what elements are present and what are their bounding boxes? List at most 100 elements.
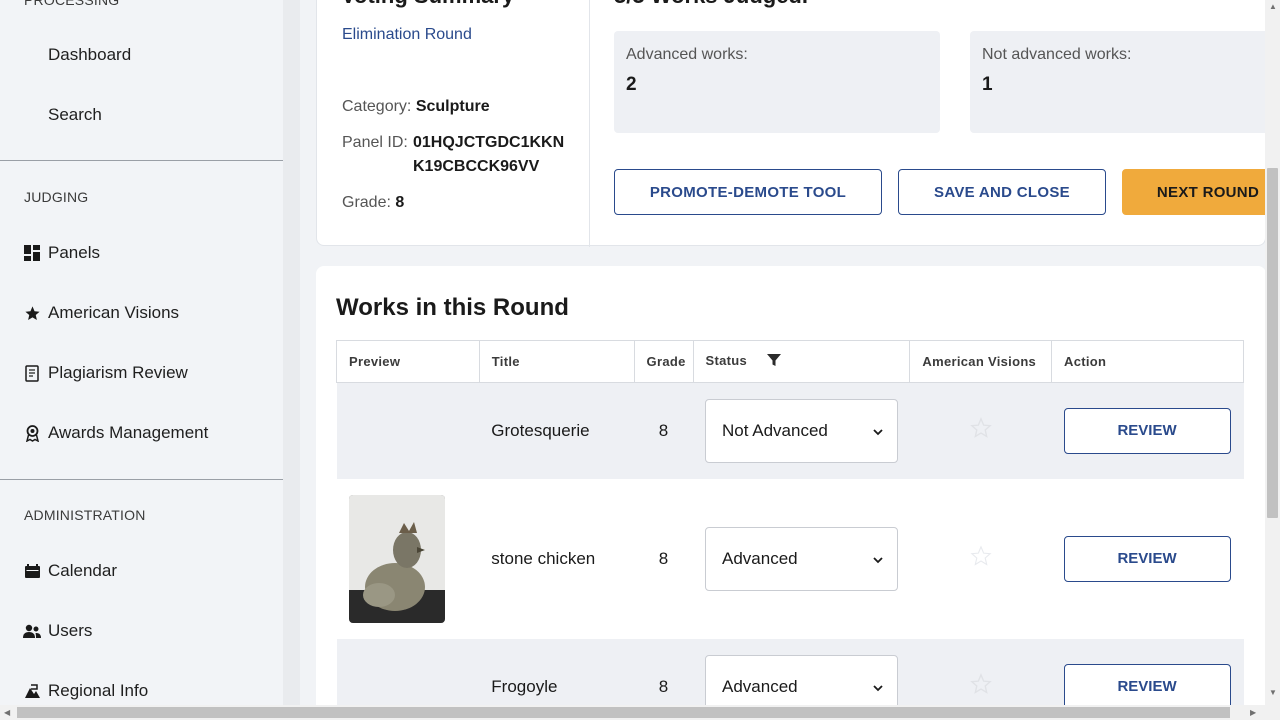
status-select[interactable]: Not Advanced [705,398,898,463]
status-cell: Advanced [693,638,910,705]
sidebar-item-dashboard[interactable]: Dashboard [0,35,283,75]
sidebar-item-label: Users [48,621,93,640]
divider [0,479,283,480]
column-header-status-label: Status [705,352,748,368]
filter-icon[interactable] [766,353,781,370]
preview-cell [337,479,480,639]
column-header-preview: Preview [336,340,480,383]
next-round-button[interactable]: NEXT ROUND [1122,169,1265,215]
judging-section-label: JUDGING [24,189,89,205]
processing-section-label: PROCESSING [24,0,120,8]
action-cell: REVIEW [1052,479,1244,639]
sidebar-item-plagiarism-review[interactable]: Plagiarism Review [0,353,283,393]
status-select-value: Advanced [722,548,798,568]
works-table: Preview Title Grade Status American Visi… [336,340,1244,705]
work-title: Frogoyle [479,638,635,705]
table-header: Preview Title Grade Status American Visi… [336,340,1244,383]
preview-cell [336,638,480,705]
sidebar-item-american-visions[interactable]: American Visions [0,293,283,333]
table-row: stone chicken 8 Advanced REVIEW [337,479,1244,639]
sidebar-item-label: Awards Management [48,423,209,442]
status-select[interactable]: Advanced [705,526,898,591]
grid-icon [23,244,41,262]
document-icon [23,364,41,382]
sidebar-item-calendar[interactable]: Calendar [0,551,283,591]
grade-label: Grade: [342,194,391,211]
works-judged-heading: 3/3 Works Judged. [614,0,808,9]
column-header-american-visions: American Visions [909,340,1053,383]
voting-summary-title: Voting Summary [341,0,514,9]
promote-demote-button[interactable]: PROMOTE-DEMOTE TOOL [614,169,882,215]
scroll-up-icon[interactable]: ▲ [1269,2,1277,11]
table-row: Frogoyle 8 Advanced REVIEW [336,638,1244,705]
grade-value: 8 [395,194,405,211]
divider [0,160,283,161]
sidebar-item-search[interactable]: Search [0,95,283,135]
round-link[interactable]: Elimination Round [342,26,472,44]
sidebar-item-users[interactable]: Users [0,611,283,651]
award-icon [23,424,41,442]
status-cell: Advanced [693,479,910,639]
not-advanced-works-value: 1 [982,74,993,95]
column-header-action: Action [1051,340,1244,383]
panel-id-value: 01HQJCTGDC1KKN K19CBCCK96VV [413,134,565,175]
sidebar: PROCESSING Dashboard Search JUDGING Pane… [0,0,283,720]
preview-image[interactable] [348,494,445,623]
work-grade: 8 [634,638,693,705]
work-grade: 8 [634,382,693,479]
horizontal-scrollbar[interactable]: ◀ ▶ [0,705,1280,720]
american-visions-cell [909,382,1052,479]
star-icon[interactable] [970,545,992,571]
vertical-scroll-thumb[interactable] [1267,168,1278,518]
star-icon [23,304,41,322]
main-content: Voting Summary Elimination Round Categor… [300,0,1265,705]
work-title: stone chicken [491,548,596,568]
preview-cell [336,382,480,479]
category-line: Category: Sculpture [342,98,490,116]
status-select[interactable]: Advanced [705,654,898,705]
advanced-works-label: Advanced works: [626,46,748,63]
review-button[interactable]: REVIEW [1063,663,1231,705]
review-button[interactable]: REVIEW [1063,535,1231,582]
vertical-scrollbar[interactable]: ▲ ▼ [1265,0,1280,705]
column-header-grade[interactable]: Grade [633,340,694,383]
panel-id-label: Panel ID: [342,134,408,151]
scroll-left-icon[interactable]: ◀ [4,708,10,717]
american-visions-cell [910,479,1052,639]
works-title: Works in this Round [336,294,569,321]
star-outline-icon[interactable] [969,417,992,443]
scroll-right-icon[interactable]: ▶ [1250,708,1256,717]
save-and-close-button[interactable]: SAVE AND CLOSE [898,169,1106,215]
calendar-icon [23,562,41,580]
voting-summary-card: Voting Summary Elimination Round Categor… [316,0,1265,247]
sidebar-item-label: Search [48,105,102,124]
column-header-title[interactable]: Title [478,340,635,383]
chevron-down-icon [871,424,885,438]
star-outline-icon[interactable] [969,673,992,699]
american-visions-cell [909,638,1052,705]
horizontal-scroll-thumb[interactable] [17,707,1230,718]
sidebar-item-panels[interactable]: Panels [0,233,283,273]
chevron-down-icon [871,552,885,566]
sidebar-item-label: Dashboard [48,45,132,64]
work-grade: 8 [658,548,669,568]
sidebar-item-label: Panels [48,243,100,262]
administration-section-label: ADMINISTRATION [24,507,146,523]
scroll-down-icon[interactable]: ▼ [1269,688,1277,697]
table-row: Grotesquerie 8 Not Advanced REVIEW [336,382,1244,479]
users-icon [23,622,41,640]
sidebar-item-label: Plagiarism Review [48,363,188,382]
status-select-value: Not Advanced [722,420,828,440]
grade-line: Grade: 8 [342,194,404,212]
sidebar-item-awards-management[interactable]: Awards Management [0,413,283,453]
not-advanced-works-stat: Not advanced works: 1 [970,31,1265,133]
sidebar-item-label: Calendar [48,561,117,580]
review-button[interactable]: REVIEW [1063,407,1231,454]
regional-icon [23,682,41,700]
chevron-down-icon [871,680,885,694]
work-title: Grotesquerie [479,382,635,479]
advanced-works-stat: Advanced works: 2 [614,31,940,133]
not-advanced-works-label: Not advanced works: [982,46,1132,63]
column-header-status[interactable]: Status [692,340,911,383]
status-select-value: Advanced [722,676,798,696]
